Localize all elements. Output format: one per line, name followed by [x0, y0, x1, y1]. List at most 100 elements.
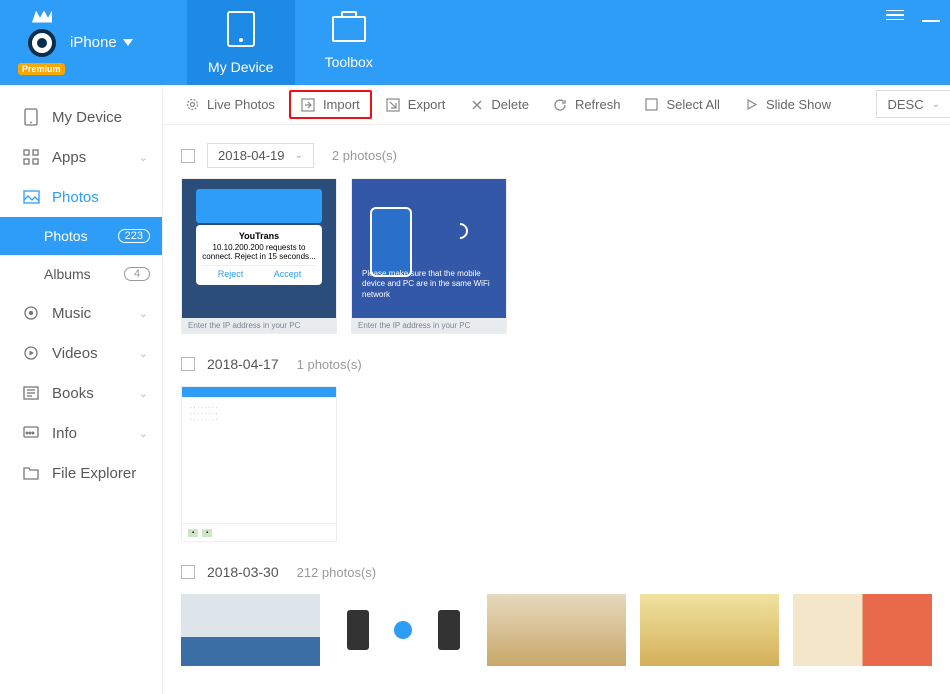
- minimize-icon[interactable]: [922, 8, 940, 22]
- sidebar-item-videos[interactable]: Videos ⌄: [0, 333, 162, 373]
- books-icon: [22, 384, 40, 402]
- photo-count: 1 photos(s): [297, 357, 362, 372]
- button-label: Select All: [666, 97, 719, 112]
- button-label: Delete: [491, 97, 529, 112]
- select-all-button[interactable]: Select All: [634, 92, 729, 117]
- section-checkbox[interactable]: [181, 149, 195, 163]
- header-tabs: My Device Toolbox: [187, 0, 403, 85]
- sidebar-item-file-explorer[interactable]: File Explorer: [0, 453, 162, 493]
- toolbox-icon: [332, 16, 366, 42]
- videos-icon: [22, 344, 40, 362]
- tab-my-device[interactable]: My Device: [187, 0, 295, 85]
- chevron-down-icon: ⌄: [139, 387, 148, 400]
- sidebar-item-apps[interactable]: Apps ⌄: [0, 137, 162, 177]
- export-button[interactable]: Export: [376, 92, 456, 117]
- app-logo: Premium: [14, 15, 70, 71]
- tab-label: Toolbox: [325, 54, 373, 70]
- import-button[interactable]: Import: [289, 90, 372, 119]
- sidebar-item-label: Photos: [44, 228, 88, 244]
- import-icon: [301, 97, 316, 112]
- device-icon: [22, 108, 40, 126]
- delete-button[interactable]: Delete: [459, 92, 539, 117]
- chevron-down-icon: ⌄: [295, 150, 303, 161]
- sidebar-item-music[interactable]: Music ⌄: [0, 293, 162, 333]
- refresh-button[interactable]: Refresh: [543, 92, 631, 117]
- button-label: Export: [408, 97, 446, 112]
- photo-count: 2 photos(s): [332, 148, 397, 163]
- thumb-message: Please make sure that the mobile device …: [362, 269, 496, 300]
- sidebar: My Device Apps ⌄ Photos Photos 223 Album…: [0, 85, 163, 694]
- section-header: 2018-04-19 ⌄ 2 photos(s): [181, 143, 932, 168]
- sort-selector[interactable]: DESC ⌄: [876, 90, 950, 118]
- sidebar-subitem-photos[interactable]: Photos 223: [0, 217, 162, 255]
- count-badge: 4: [124, 267, 150, 281]
- sidebar-item-label: Videos: [52, 345, 98, 362]
- sidebar-item-label: Music: [52, 305, 91, 322]
- date-dropdown[interactable]: 2018-04-19 ⌄: [207, 143, 314, 168]
- date-label: 2018-03-30: [207, 560, 279, 584]
- photo-thumbnail[interactable]: [334, 594, 473, 666]
- sidebar-item-label: File Explorer: [52, 465, 136, 482]
- section-header: 2018-04-17 1 photos(s): [181, 352, 932, 376]
- app-header: Premium iPhone My Device Toolbox: [0, 0, 950, 85]
- device-icon: [227, 11, 255, 47]
- photo-thumbnail[interactable]: [793, 594, 932, 666]
- sidebar-item-label: Apps: [52, 149, 86, 166]
- chevron-down-icon: ⌄: [139, 347, 148, 360]
- date-label: 2018-04-19: [218, 148, 285, 163]
- sidebar-item-photos[interactable]: Photos: [0, 177, 162, 217]
- chevron-down-icon: ⌄: [139, 427, 148, 440]
- sidebar-item-books[interactable]: Books ⌄: [0, 373, 162, 413]
- device-label: iPhone: [70, 34, 117, 51]
- delete-icon: [469, 97, 484, 112]
- sidebar-item-my-device[interactable]: My Device: [0, 97, 162, 137]
- section-header: 2018-03-30 212 photos(s): [181, 560, 932, 584]
- sort-label: DESC: [887, 97, 923, 112]
- photo-thumbnail[interactable]: · · · · · · · ·· · · · · · · ·· · · · · …: [181, 386, 337, 542]
- sidebar-item-label: Albums: [44, 266, 91, 282]
- sidebar-item-label: Info: [52, 425, 77, 442]
- thumb-footer: Enter the IP address in your PC: [352, 318, 506, 333]
- window-controls: [886, 8, 940, 22]
- info-icon: [22, 424, 40, 442]
- button-label: Slide Show: [766, 97, 831, 112]
- sidebar-item-label: Photos: [52, 189, 99, 206]
- button-label: Import: [323, 97, 360, 112]
- sidebar-subitem-albums[interactable]: Albums 4: [0, 255, 162, 293]
- brand-block: Premium iPhone: [0, 0, 147, 85]
- sidebar-item-info[interactable]: Info ⌄: [0, 413, 162, 453]
- apps-icon: [22, 148, 40, 166]
- sidebar-item-label: My Device: [52, 109, 122, 126]
- photo-thumbnail[interactable]: YouTrans 10.10.200.200 requests to conne…: [181, 178, 337, 334]
- photos-icon: [22, 188, 40, 206]
- refresh-icon: [553, 97, 568, 112]
- photo-thumbnail[interactable]: [487, 594, 626, 666]
- button-label: Live Photos: [207, 97, 275, 112]
- tab-toolbox[interactable]: Toolbox: [295, 0, 403, 85]
- music-icon: [22, 304, 40, 322]
- chevron-down-icon: ⌄: [932, 99, 940, 110]
- play-icon: [744, 97, 759, 112]
- photo-thumbnail[interactable]: [181, 594, 320, 666]
- premium-badge: Premium: [18, 63, 65, 75]
- photo-thumbnail[interactable]: [640, 594, 779, 666]
- date-label: 2018-04-17: [207, 352, 279, 376]
- button-label: Refresh: [575, 97, 621, 112]
- count-badge: 223: [118, 229, 150, 243]
- folder-icon: [22, 464, 40, 482]
- photo-thumbnail[interactable]: Please make sure that the mobile device …: [351, 178, 507, 334]
- thumb-title: YouTrans: [202, 231, 316, 241]
- tab-label: My Device: [208, 59, 273, 75]
- section-checkbox[interactable]: [181, 357, 195, 371]
- slide-show-button[interactable]: Slide Show: [734, 92, 841, 117]
- photo-count: 212 photos(s): [297, 565, 377, 580]
- menu-icon[interactable]: [886, 8, 904, 22]
- export-icon: [386, 97, 401, 112]
- chevron-down-icon: [123, 39, 133, 46]
- section-checkbox[interactable]: [181, 565, 195, 579]
- thumb-footer: Enter the IP address in your PC: [182, 318, 336, 333]
- live-photos-icon: [185, 97, 200, 112]
- device-selector[interactable]: iPhone: [70, 34, 133, 51]
- chevron-down-icon: ⌄: [139, 151, 148, 164]
- live-photos-button[interactable]: Live Photos: [175, 92, 285, 117]
